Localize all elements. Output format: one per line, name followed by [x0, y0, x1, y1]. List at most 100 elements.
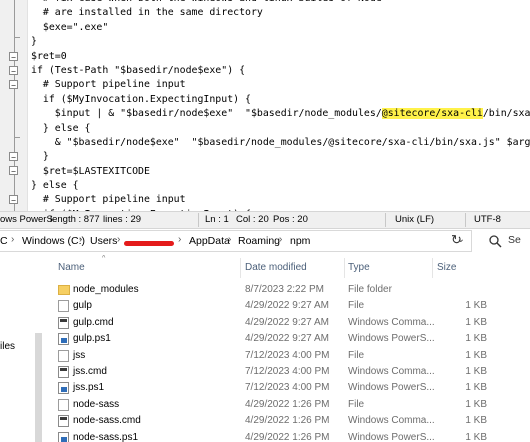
- file-type: Windows Comma...: [348, 366, 435, 377]
- file-size: 1 KB: [465, 366, 487, 377]
- chevron-right-icon[interactable]: ›: [117, 234, 120, 245]
- file-row[interactable]: gulp.ps1 4/29/2022 9:27 AM Windows PowerS.…: [55, 331, 530, 347]
- ps1-icon: [58, 431, 69, 442]
- file-size: 1 KB: [465, 300, 487, 312]
- breadcrumb-windows-c[interactable]: Windows (C:): [22, 235, 85, 247]
- chevron-right-icon[interactable]: ›: [279, 234, 282, 245]
- code-editor[interactable]: − − − − − − # fix case when both the win…: [0, 0, 530, 211]
- column-header-date[interactable]: Date modified: [245, 262, 307, 273]
- code-line[interactable]: $exe=".exe": [31, 21, 530, 35]
- file-date: 7/12/2023 4:00 PM: [245, 349, 330, 361]
- status-encoding: UTF-8: [474, 214, 501, 225]
- file-name: gulp.cmd: [73, 316, 114, 328]
- status-length: length : 877: [50, 214, 100, 225]
- file-row[interactable]: jss.ps1 7/12/2023 4:00 PM Windows PowerS..…: [55, 380, 530, 396]
- fold-toggle-icon[interactable]: −: [9, 152, 18, 162]
- file-size: 1 KB: [465, 333, 487, 345]
- code-line[interactable]: }: [31, 150, 530, 164]
- file-row[interactable]: node-sass.ps1 4/29/2022 1:26 PM Windows Po…: [55, 430, 530, 442]
- nav-scrollbar[interactable]: [35, 333, 42, 442]
- chevron-right-icon[interactable]: ›: [79, 234, 82, 245]
- cmd-icon: [58, 316, 69, 329]
- editor-status-bar: ows PowerS length : 877 lines : 29 Ln : …: [0, 211, 530, 229]
- file-row[interactable]: node_modules 8/7/2023 2:22 PM File folder: [55, 282, 530, 298]
- code-line[interactable]: } else {: [31, 122, 530, 136]
- file-name: gulp.ps1: [73, 333, 111, 345]
- file-row[interactable]: jss.cmd 7/12/2023 4:00 PM Windows Comma...…: [55, 364, 530, 380]
- status-language: ows PowerS: [0, 214, 53, 225]
- file-date: 7/12/2023 4:00 PM: [245, 382, 330, 394]
- fold-toggle-icon[interactable]: −: [9, 66, 18, 76]
- file-type: Windows Comma...: [348, 415, 435, 427]
- file-date: 4/29/2022 1:26 PM: [245, 431, 330, 442]
- chevron-right-icon[interactable]: ›: [11, 234, 14, 245]
- code-text[interactable]: # fix case when both the windows and lin…: [31, 0, 530, 211]
- code-line[interactable]: $input | & "$basedir/node$exe" "$basedir…: [31, 107, 530, 121]
- column-header-size[interactable]: Size: [437, 262, 456, 273]
- file-name: node_modules: [73, 284, 139, 295]
- code-line[interactable]: # Support pipeline input: [31, 193, 530, 207]
- file-row[interactable]: node-sass.cmd 4/29/2022 1:26 PM Windows Co…: [55, 413, 530, 429]
- breadcrumb-roaming[interactable]: Roaming: [238, 235, 280, 247]
- file-name: node-sass.ps1: [73, 431, 139, 442]
- explorer-address-row: C › Windows (C:) › Users › › AppData › R…: [0, 229, 530, 255]
- status-col: Col : 20: [236, 214, 269, 225]
- address-bar[interactable]: C › Windows (C:) › Users › › AppData › R…: [0, 230, 472, 252]
- code-line[interactable]: if ($MyInvocation.ExpectingInput) {: [31, 93, 530, 107]
- file-size: 1 KB: [465, 415, 487, 427]
- file-date: 4/29/2022 9:27 AM: [245, 300, 329, 312]
- file-name: gulp: [73, 300, 92, 312]
- code-line[interactable]: if (Test-Path "$basedir/node$exe") {: [31, 64, 530, 78]
- fold-toggle-icon[interactable]: −: [9, 80, 18, 90]
- chevron-right-icon[interactable]: ›: [178, 234, 181, 245]
- file-type: Windows Comma...: [348, 316, 435, 328]
- code-line[interactable]: $ret=$LASTEXITCODE: [31, 165, 530, 179]
- chevron-right-icon[interactable]: ›: [228, 234, 231, 245]
- code-line[interactable]: & "$basedir/node$exe" "$basedir/node_mod…: [31, 136, 530, 150]
- code-line[interactable]: } else {: [31, 179, 530, 193]
- column-header-type[interactable]: Type: [348, 262, 370, 273]
- ps1-icon: [58, 382, 69, 395]
- file-type: File folder: [348, 284, 392, 295]
- file-name: jss.ps1: [73, 382, 105, 394]
- column-header-name[interactable]: Name: [58, 262, 85, 273]
- fold-end-marker: [14, 137, 20, 138]
- file-icon: [58, 349, 69, 362]
- navigation-pane[interactable]: iles: [0, 255, 33, 442]
- code-line[interactable]: # Support pipeline input: [31, 78, 530, 92]
- status-divider: [465, 213, 466, 227]
- status-lines: lines : 29: [103, 214, 142, 225]
- fold-toggle-icon[interactable]: −: [9, 52, 18, 62]
- code-line[interactable]: }: [31, 35, 530, 49]
- column-resize-handle[interactable]: [344, 258, 345, 278]
- breadcrumb-users[interactable]: Users: [90, 235, 117, 247]
- breadcrumb-appdata[interactable]: AppData: [189, 235, 230, 247]
- fold-guide: [14, 0, 15, 211]
- file-type: Windows PowerS...: [348, 431, 435, 442]
- column-resize-handle[interactable]: [240, 258, 241, 278]
- code-line[interactable]: # are installed in the same directory: [31, 6, 530, 20]
- cmd-icon: [58, 366, 69, 378]
- breadcrumb-npm[interactable]: npm: [290, 235, 310, 247]
- column-resize-handle[interactable]: [432, 258, 433, 278]
- search-icon[interactable]: [488, 234, 502, 248]
- search-input[interactable]: Se: [508, 234, 521, 246]
- file-row[interactable]: gulp.cmd 4/29/2022 9:27 AM Windows Comma..…: [55, 315, 530, 331]
- file-row[interactable]: jss 7/12/2023 4:00 PM File 1 KB: [55, 348, 530, 364]
- fold-end-marker: [14, 37, 20, 38]
- file-date: 4/29/2022 9:27 AM: [245, 316, 329, 328]
- file-row[interactable]: gulp 4/29/2022 9:27 AM File 1 KB: [55, 298, 530, 314]
- refresh-icon[interactable]: ↻: [451, 232, 462, 248]
- fold-toggle-icon[interactable]: −: [9, 195, 18, 205]
- ps1-icon: [58, 333, 69, 346]
- file-name: node-sass.cmd: [73, 415, 141, 427]
- file-size: 1 KB: [465, 431, 487, 442]
- fold-toggle-icon[interactable]: −: [9, 166, 18, 176]
- nav-item-files[interactable]: iles: [0, 341, 15, 352]
- file-date: 4/29/2022 1:26 PM: [245, 415, 330, 427]
- folder-icon: [58, 285, 70, 295]
- breadcrumb-c[interactable]: C: [0, 235, 8, 247]
- code-line[interactable]: $ret=0: [31, 50, 530, 64]
- file-icon: [58, 398, 69, 411]
- file-row[interactable]: node-sass 4/29/2022 1:26 PM File 1 KB: [55, 397, 530, 413]
